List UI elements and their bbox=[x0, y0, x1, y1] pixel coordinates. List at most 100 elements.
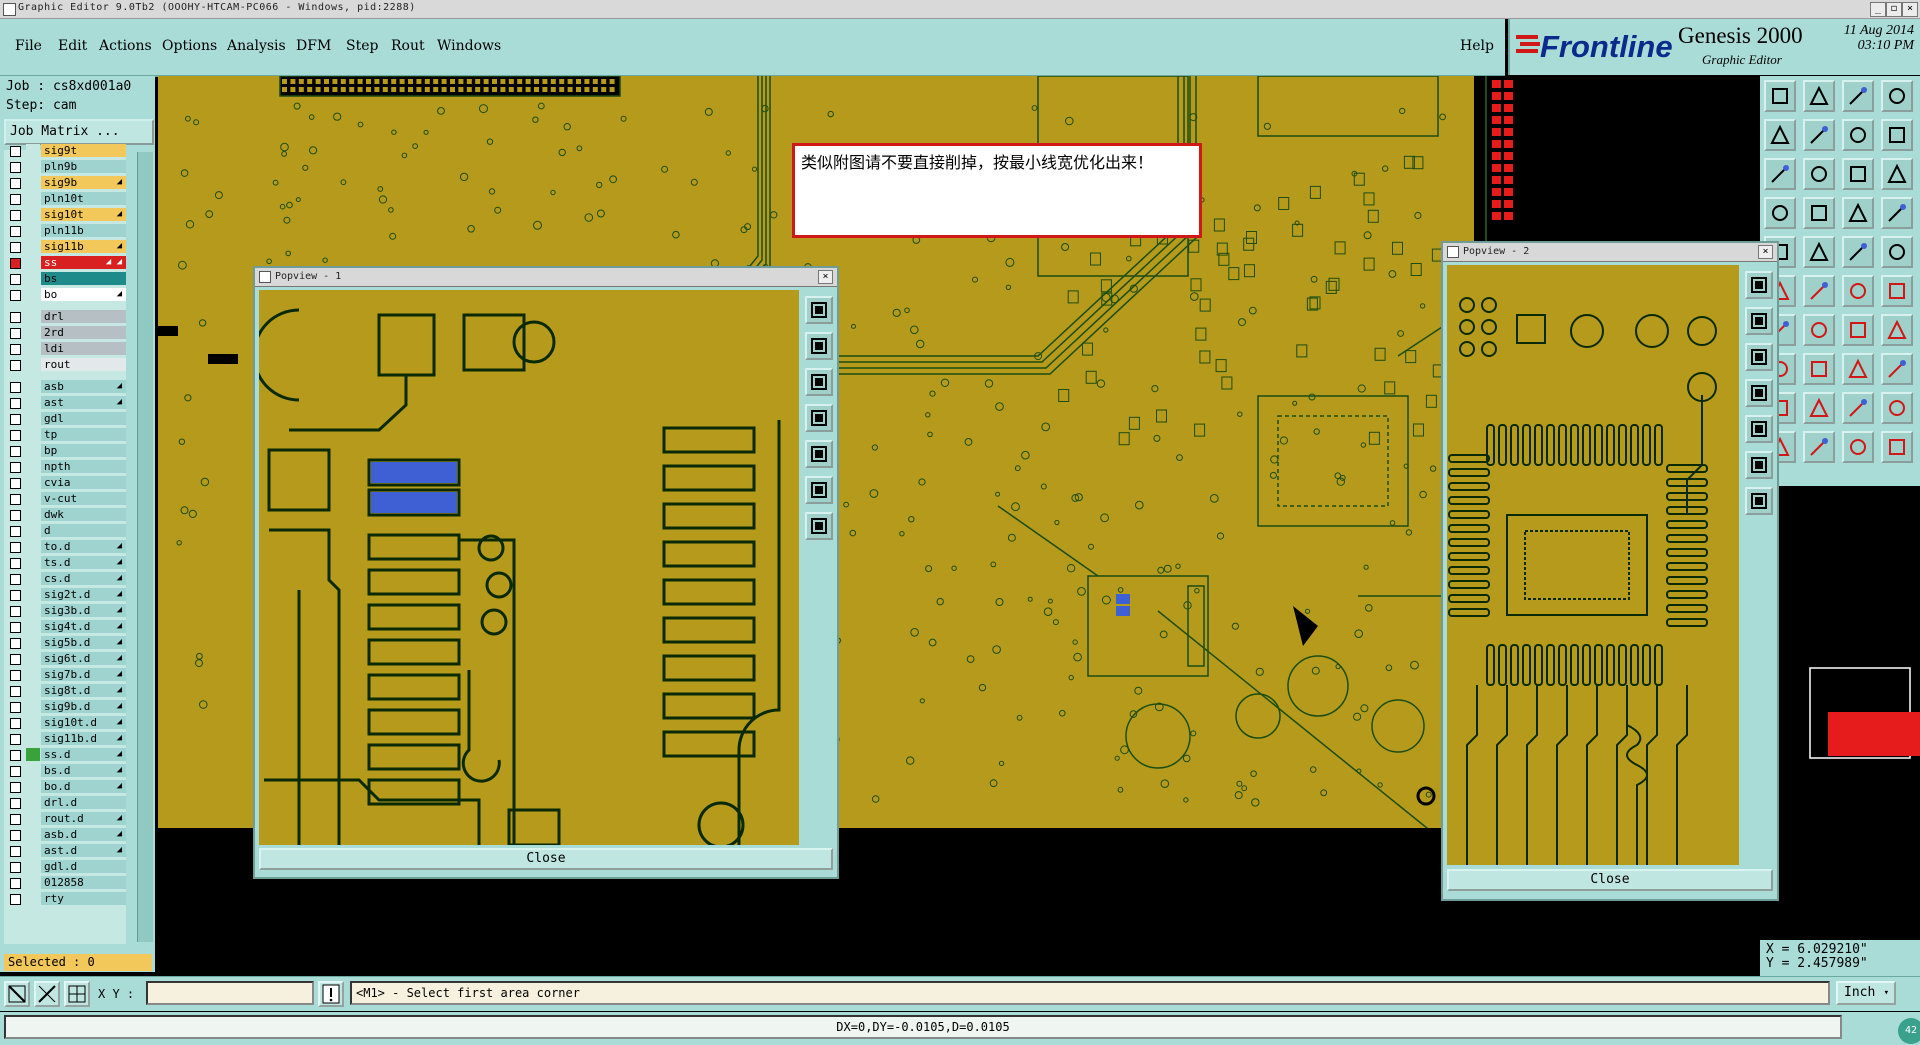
layer-name[interactable]: pln11b bbox=[41, 224, 126, 237]
layer-row[interactable]: d bbox=[4, 524, 126, 538]
popview-2-canvas[interactable] bbox=[1447, 265, 1739, 865]
layer-name[interactable]: sig6t.d ◢ bbox=[41, 652, 126, 665]
layer-row[interactable]: npth bbox=[4, 460, 126, 474]
layer-name[interactable]: sig10t ◢ bbox=[41, 208, 126, 221]
layer-name[interactable]: sig2t.d ◢ bbox=[41, 588, 126, 601]
layer-checkbox[interactable] bbox=[10, 290, 21, 301]
layer-row[interactable]: tp bbox=[4, 428, 126, 442]
popview-zoom-button[interactable] bbox=[1745, 307, 1773, 335]
layer-row[interactable]: sig9b ◢ bbox=[4, 176, 126, 190]
layer-row[interactable]: sig4t.d ◢ bbox=[4, 620, 126, 634]
layer-checkbox[interactable] bbox=[10, 862, 21, 873]
layer-row[interactable]: bp bbox=[4, 444, 126, 458]
layer-name[interactable]: cvia bbox=[41, 476, 126, 489]
edit-tool-tool-button[interactable] bbox=[1881, 431, 1913, 463]
layer-name[interactable]: npth bbox=[41, 460, 126, 473]
help-tool-button[interactable] bbox=[1881, 158, 1913, 190]
edit-tool-tool-button[interactable] bbox=[1881, 392, 1913, 424]
layer-checkbox[interactable] bbox=[10, 766, 21, 777]
edit-tool-tool-button[interactable] bbox=[1842, 314, 1874, 346]
edit-tool-tool-button[interactable] bbox=[1881, 275, 1913, 307]
popview-zoom-button[interactable] bbox=[805, 332, 833, 360]
layer-checkbox[interactable] bbox=[10, 654, 21, 665]
edit-tool-tool-button[interactable] bbox=[1842, 275, 1874, 307]
fit-height-tool-button[interactable] bbox=[1803, 158, 1835, 190]
layer-checkbox[interactable] bbox=[10, 590, 21, 601]
menu-windows[interactable]: Windows bbox=[437, 38, 501, 54]
popview-1-canvas[interactable] bbox=[259, 290, 799, 845]
layer-row[interactable]: ss.d ◢ bbox=[4, 748, 126, 762]
layer-checkbox[interactable] bbox=[10, 360, 21, 371]
measure-toggle-button[interactable] bbox=[34, 981, 60, 1007]
layer-row[interactable]: ldi bbox=[4, 342, 126, 356]
layer-name[interactable]: sig9b ◢ bbox=[41, 176, 126, 189]
popview-2-close-button[interactable]: Close bbox=[1447, 869, 1773, 891]
popview-1-close-icon[interactable]: × bbox=[818, 270, 833, 284]
layer-checkbox[interactable] bbox=[10, 242, 21, 253]
layer-row[interactable]: sig11b ◢ bbox=[4, 240, 126, 254]
layer-row[interactable]: sig6t.d ◢ bbox=[4, 652, 126, 666]
layer-checkbox[interactable] bbox=[10, 894, 21, 905]
layer-row[interactable]: cvia bbox=[4, 476, 126, 490]
layer-checkbox[interactable] bbox=[10, 734, 21, 745]
layer-row[interactable]: pln9b bbox=[4, 160, 126, 174]
layer-checkbox[interactable] bbox=[10, 814, 21, 825]
edit-tool-tool-button[interactable] bbox=[1842, 392, 1874, 424]
home-tool-button[interactable] bbox=[1842, 80, 1874, 112]
layer-name[interactable]: rty bbox=[41, 892, 126, 905]
layer-checkbox[interactable] bbox=[10, 606, 21, 617]
layer-checkbox[interactable] bbox=[10, 178, 21, 189]
edit-tool-tool-button[interactable] bbox=[1803, 275, 1835, 307]
layer-checkbox[interactable] bbox=[10, 750, 21, 761]
zoom-fit-tool-button[interactable] bbox=[1842, 119, 1874, 151]
close-window-button[interactable]: × bbox=[1902, 2, 1918, 17]
layer-row[interactable]: dwk bbox=[4, 508, 126, 522]
menu-actions[interactable]: Actions bbox=[99, 38, 152, 54]
layer-checkbox[interactable] bbox=[10, 510, 21, 521]
popview-zoom-button[interactable] bbox=[1745, 271, 1773, 299]
layer-checkbox[interactable] bbox=[10, 398, 21, 409]
popview-zoom-button[interactable] bbox=[1745, 343, 1773, 371]
layer-name[interactable]: asb.d ◢ bbox=[41, 828, 126, 841]
layer-name[interactable]: sig9t bbox=[41, 144, 126, 157]
grid-toggle-button[interactable] bbox=[64, 981, 90, 1007]
menu-analysis[interactable]: Analysis bbox=[227, 38, 286, 54]
layer-name[interactable]: sig9b.d ◢ bbox=[41, 700, 126, 713]
compare-tool-button[interactable] bbox=[1842, 197, 1874, 229]
edit-tool-tool-button[interactable] bbox=[1803, 314, 1835, 346]
layer-row[interactable]: ss ◢ ◢ bbox=[4, 256, 126, 270]
layer-checkbox[interactable] bbox=[10, 798, 21, 809]
layer-name[interactable]: rout.d ◢ bbox=[41, 812, 126, 825]
layer-checkbox[interactable] bbox=[10, 446, 21, 457]
menu-edit[interactable]: Edit bbox=[58, 38, 87, 54]
xy-input[interactable] bbox=[146, 981, 314, 1005]
edit-tool-tool-button[interactable] bbox=[1803, 236, 1835, 268]
layer-checkbox[interactable] bbox=[10, 210, 21, 221]
popview-zoom-button[interactable] bbox=[805, 368, 833, 396]
layer-checkbox[interactable] bbox=[10, 558, 21, 569]
fit-width-tool-button[interactable] bbox=[1764, 158, 1796, 190]
layer-checkbox[interactable] bbox=[10, 494, 21, 505]
layer-name[interactable]: bo.d ◢ bbox=[41, 780, 126, 793]
info-button[interactable] bbox=[318, 981, 344, 1007]
layer-row[interactable]: rty bbox=[4, 892, 126, 906]
layer-row[interactable]: bo ◢ bbox=[4, 288, 126, 302]
popview-zoom-button[interactable] bbox=[1745, 415, 1773, 443]
menu-step[interactable]: Step bbox=[346, 38, 378, 54]
layer-name[interactable]: gdl.d bbox=[41, 860, 126, 873]
layer-name[interactable]: ss.d ◢ bbox=[41, 748, 126, 761]
layer-checkbox[interactable] bbox=[10, 344, 21, 355]
layer-name[interactable]: sig5b.d ◢ bbox=[41, 636, 126, 649]
layer-name[interactable]: sig3b.d ◢ bbox=[41, 604, 126, 617]
layer-checkbox[interactable] bbox=[10, 382, 21, 393]
snap-toggle-button[interactable] bbox=[4, 981, 30, 1007]
layer-name[interactable]: to.d ◢ bbox=[41, 540, 126, 553]
measure-tool-button[interactable] bbox=[1764, 197, 1796, 229]
layer-row[interactable]: ast.d ◢ bbox=[4, 844, 126, 858]
layer-row[interactable]: gdl bbox=[4, 412, 126, 426]
layer-checkbox[interactable] bbox=[10, 782, 21, 793]
layer-list-scrollbar[interactable] bbox=[137, 152, 153, 942]
minimize-button[interactable]: _ bbox=[1870, 2, 1886, 17]
layer-name[interactable]: 2rd bbox=[41, 326, 126, 339]
menu-dfm[interactable]: DFM bbox=[296, 38, 331, 54]
